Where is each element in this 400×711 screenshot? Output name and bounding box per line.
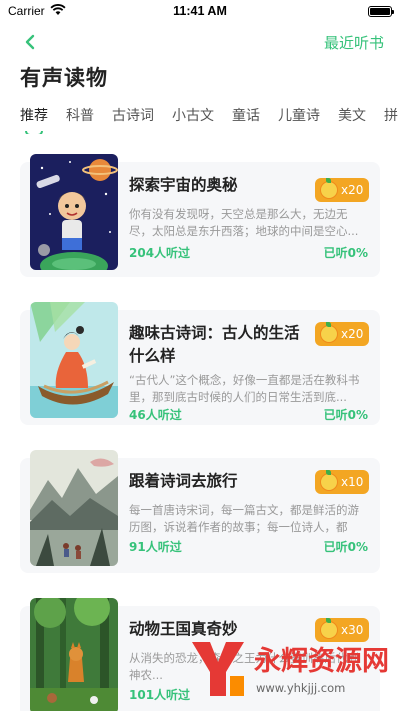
book-title: 跟着诗词去旅行 [129, 472, 238, 490]
recent-listening-link[interactable]: 最近听书 [324, 32, 384, 53]
tab-label: 美文 [338, 108, 366, 124]
price-badge: x20 [315, 178, 369, 202]
price-label: x20 [341, 327, 364, 341]
price-badge: x10 [315, 470, 369, 494]
tab-fairy-tales[interactable]: 童话 [232, 104, 260, 130]
tab-active-indicator [25, 131, 43, 134]
price-label: x10 [341, 475, 364, 489]
tab-label: 小古文 [172, 108, 214, 124]
book-card[interactable]: 探索宇宙的奥秘 x20 你有没有发现呀，天空总是那么大，无边无尽，太阳总是东升西… [0, 150, 400, 280]
tab-label: 童话 [232, 108, 260, 124]
chevron-left-icon [25, 34, 35, 50]
svg-text:www.yhkjjj.com: www.yhkjjj.com [256, 681, 345, 695]
book-description: “古代人”这个概念，好像一直都是活在教科书里，那到底古时候的人们的日常生活到底.… [129, 373, 360, 404]
orange-coin-icon [320, 470, 338, 491]
tab-essays[interactable]: 美文 [338, 104, 366, 130]
orange-coin-icon [320, 178, 338, 199]
orange-coin-icon [320, 322, 338, 343]
tab-science[interactable]: 科普 [66, 104, 94, 130]
listen-progress: 已听0% [323, 408, 368, 422]
listener-count: 204人听过 [129, 246, 191, 260]
tab-recommend[interactable]: 推荐 [20, 104, 48, 134]
status-bar: Carrier 11:41 AM [0, 0, 400, 22]
book-description: 每一首唐诗宋词，每一篇古文，都是鲜活的游历图，诉说着作者的故事；每一位诗人，都是… [129, 503, 359, 534]
book-title: 探索宇宙的奥秘 [129, 176, 238, 194]
tab-label: 古诗词 [112, 108, 154, 124]
tab-label: 拼 [384, 108, 398, 124]
book-cover-ancient [30, 302, 118, 418]
tab-label: 科普 [66, 108, 94, 124]
wifi-icon [50, 3, 66, 19]
listener-count: 46人听过 [129, 408, 182, 422]
tab-children-poems[interactable]: 儿童诗 [278, 104, 320, 130]
tab-label: 推荐 [20, 108, 48, 124]
book-card[interactable]: 趣味古诗词：古人的生活什么样 x20 “古代人”这个概念，好像一直都是活在教科书… [0, 298, 400, 428]
book-cover-landscape [30, 450, 118, 566]
nav-bar: 最近听书 [0, 22, 400, 62]
book-cover-space [30, 154, 118, 270]
category-tabs: 推荐 科普 古诗词 小古文 童话 儿童诗 美文 拼 [0, 104, 400, 134]
book-card[interactable]: 跟着诗词去旅行 x10 每一首唐诗宋词，每一篇古文，都是鲜活的游历图，诉说着作者… [0, 446, 400, 576]
listener-count: 91人听过 [129, 540, 182, 554]
price-badge: x20 [315, 322, 369, 346]
book-cover-animals [30, 598, 118, 711]
listen-progress: 已听0% [323, 540, 368, 554]
page-title: 有声读物 [20, 66, 108, 90]
listen-progress: 已听0% [323, 246, 368, 260]
status-left: Carrier [8, 3, 66, 19]
book-title: 趣味古诗词：古人的生活什么样 [129, 324, 300, 365]
tab-pinyin[interactable]: 拼 [384, 104, 398, 130]
tab-ancient-poetry[interactable]: 古诗词 [112, 104, 154, 130]
tab-classical-prose[interactable]: 小古文 [172, 104, 214, 130]
carrier-label: Carrier [8, 4, 45, 18]
back-button[interactable] [18, 27, 42, 57]
svg-text:永辉资源网: 永辉资源网 [253, 646, 389, 677]
battery-icon [368, 5, 394, 17]
watermark-logo: 永辉资源网 www.yhkjjj.com [186, 630, 396, 704]
listener-count: 101人听过 [129, 688, 191, 702]
price-label: x20 [341, 183, 364, 197]
book-description: 你有没有发现呀，天空总是那么大，无边无尽，太阳总是东升西落；地球的中间是空心..… [129, 207, 359, 238]
tab-label: 儿童诗 [278, 108, 320, 124]
